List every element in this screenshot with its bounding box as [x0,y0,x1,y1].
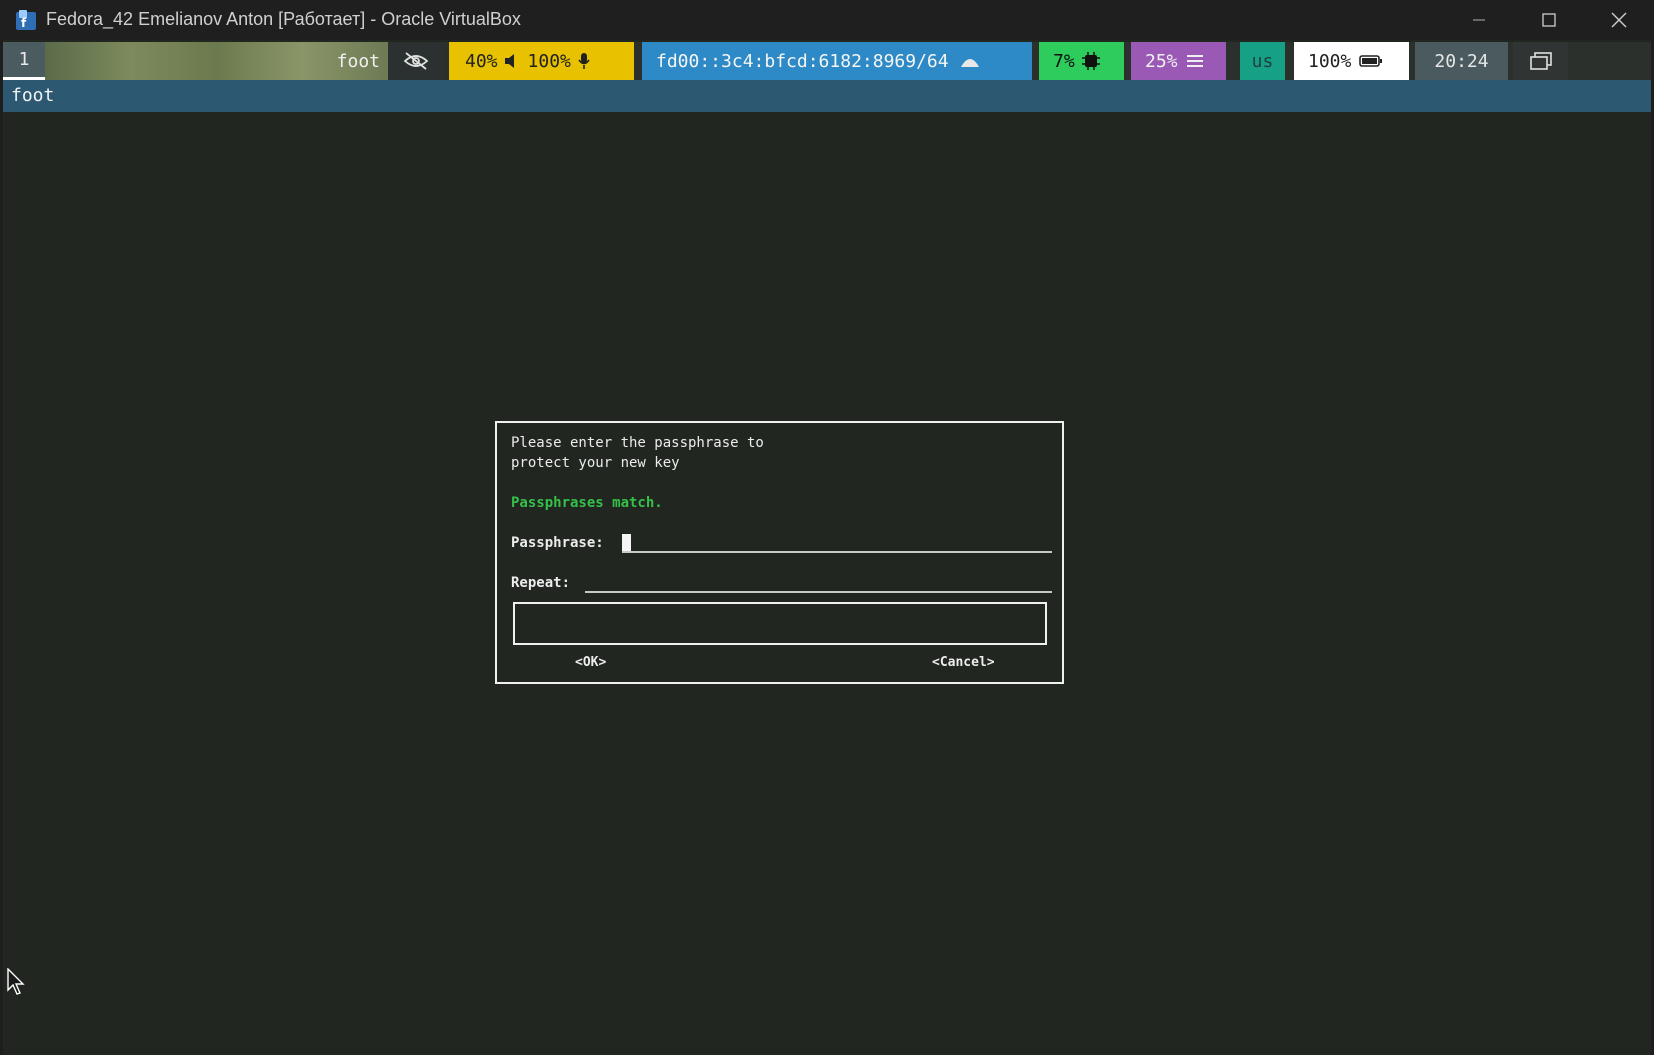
focused-window-name: foot [336,50,380,72]
close-icon [1611,12,1627,28]
passphrase-input[interactable] [622,551,1052,553]
mic-volume-value: 100% [527,50,571,72]
maximize-icon [1542,13,1556,27]
memory-icon [1186,55,1203,67]
minimize-button[interactable] [1444,0,1514,40]
match-status: Passphrases match. [511,495,663,511]
maximize-button[interactable] [1514,0,1584,40]
guest-screen: 1 foot 40% 100% fd00::3c4:bfcd:6182:8969… [3,40,1651,1055]
network-module[interactable]: fd00::3c4:bfcd:6182:8969/64 [642,42,1032,80]
repeat-label: Repeat: [511,575,571,591]
battery-value: 100% [1308,50,1352,72]
keyboard-layout[interactable]: us [1240,42,1285,80]
window-title-module: foot [45,42,388,80]
host-titlebar: f Fedora_42 Emelianov Anton [Работает] -… [0,0,1654,40]
audio-module[interactable]: 40% 100% [449,42,634,80]
passphrase-label: Passphrase: [511,535,604,551]
memory-value: 25% [1145,50,1178,72]
eye-off-icon [403,52,428,70]
close-button[interactable] [1584,0,1654,40]
memory-module[interactable]: 25% [1131,42,1226,80]
battery-module[interactable]: 100% [1294,42,1409,80]
clock[interactable]: 20:24 [1415,42,1508,80]
status-bar: 1 foot 40% 100% fd00::3c4:bfcd:6182:8969… [3,42,1651,80]
prompt-line-1: Please enter the passphrase to [511,435,764,451]
cpu-icon [1081,52,1100,70]
window-title-bar: foot [3,80,1651,112]
cpu-value: 7% [1053,50,1075,72]
quality-bar [513,602,1047,645]
workspace-button[interactable]: 1 [3,42,45,80]
microphone-icon [578,53,590,69]
idle-inhibitor[interactable] [388,42,443,80]
repeat-input[interactable] [585,591,1052,593]
minimize-icon [1473,19,1485,21]
battery-icon [1359,55,1383,67]
cancel-button[interactable]: <Cancel> [932,655,995,670]
cpu-module[interactable]: 7% [1039,42,1124,80]
ethernet-icon [960,59,979,67]
prompt-line-2: protect your new key [511,455,680,471]
windows-tray-icon [1529,52,1552,70]
tray-module[interactable] [1513,42,1568,80]
ok-button[interactable]: <OK> [575,655,606,670]
volume-value: 40% [465,50,498,72]
mouse-pointer-icon [7,968,25,995]
pinentry-dialog: Please enter the passphrase to protect y… [495,421,1064,684]
host-window-title: Fedora_42 Emelianov Anton [Работает] - O… [46,9,521,29]
virtualbox-icon: f [16,10,36,30]
speaker-icon [504,54,514,68]
network-address: fd00::3c4:bfcd:6182:8969/64 [656,50,949,72]
svg-text:f: f [21,16,27,30]
